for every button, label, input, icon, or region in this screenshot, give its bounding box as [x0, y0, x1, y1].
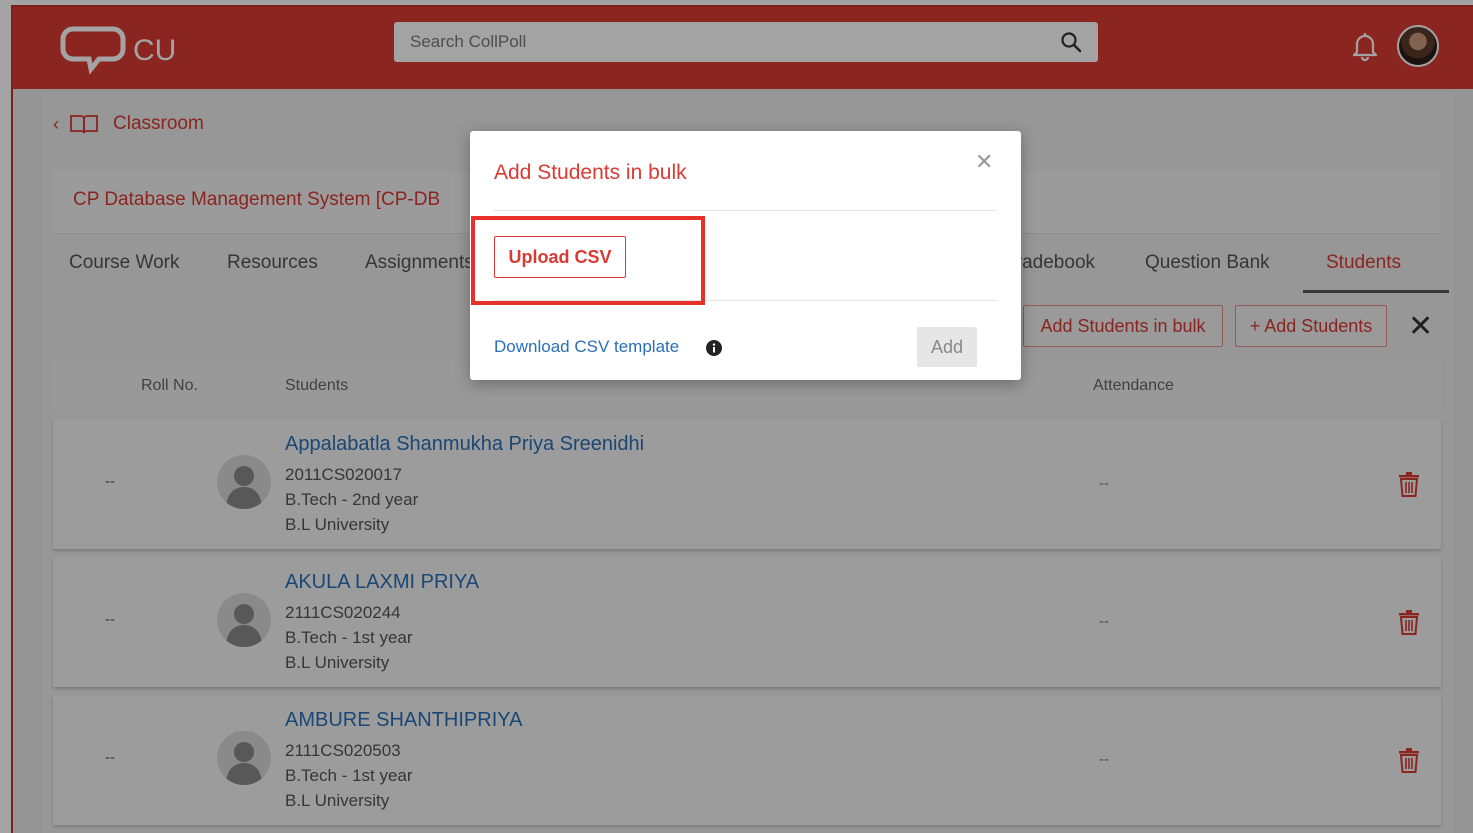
modal-title: Add Students in bulk [494, 161, 687, 184]
download-csv-template-link[interactable]: Download CSV template [494, 337, 679, 357]
modal-close-icon[interactable]: ✕ [975, 149, 993, 175]
add-button[interactable]: Add [917, 327, 977, 367]
highlight-box [471, 216, 705, 305]
info-icon[interactable] [706, 340, 722, 356]
modal-backdrop[interactable] [0, 0, 1473, 833]
modal-divider [494, 210, 997, 211]
